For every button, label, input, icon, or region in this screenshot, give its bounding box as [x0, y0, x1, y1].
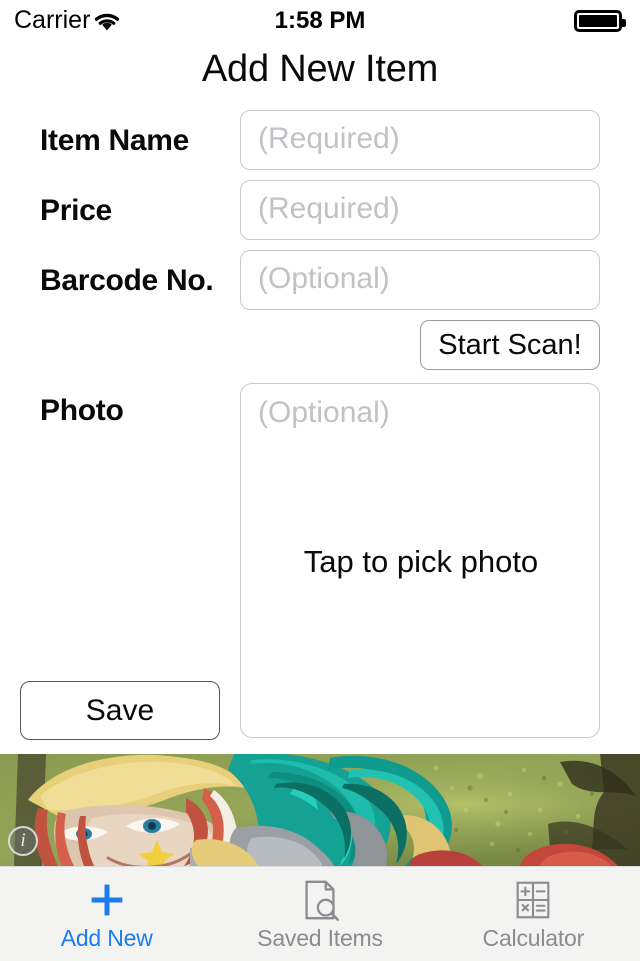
app-screen: Carrier 1:58 PM Add New Item Item Name (…	[0, 0, 640, 961]
barcode-placeholder: (Optional)	[258, 262, 390, 295]
item-name-label: Item Name	[40, 124, 190, 157]
tab-add-new-label: Add New	[60, 925, 153, 951]
calculator-icon	[427, 876, 640, 924]
tab-calculator[interactable]: Calculator	[427, 867, 640, 961]
status-bar: Carrier 1:58 PM	[0, 0, 640, 40]
document-search-icon	[213, 876, 426, 924]
barcode-input[interactable]: (Optional)	[240, 250, 600, 310]
tab-bar: Add New Saved Items Calculator	[0, 866, 640, 961]
price-placeholder: (Required)	[258, 192, 400, 225]
photo-label: Photo	[40, 394, 124, 427]
save-button[interactable]: Save	[20, 681, 220, 740]
price-label: Price	[40, 194, 112, 227]
info-circle-icon[interactable]: i	[8, 826, 38, 856]
price-input[interactable]: (Required)	[240, 180, 600, 240]
ad-banner[interactable]: i	[0, 754, 640, 866]
photo-action-text: Tap to pick photo	[303, 544, 539, 579]
battery-icon	[574, 10, 626, 32]
photo-placeholder: (Optional)	[258, 396, 390, 429]
ad-artwork	[0, 754, 640, 866]
tab-add-new[interactable]: Add New	[0, 867, 213, 961]
start-scan-button[interactable]: Start Scan!	[420, 320, 600, 370]
item-name-placeholder: (Required)	[258, 122, 400, 155]
status-bar-time: 1:58 PM	[274, 7, 366, 34]
tab-calculator-label: Calculator	[482, 925, 585, 951]
item-name-input[interactable]: (Required)	[240, 110, 600, 170]
plus-icon	[0, 876, 213, 924]
tab-saved-items-label: Saved Items	[257, 925, 383, 951]
photo-picker[interactable]: (Optional) Tap to pick photo	[240, 383, 600, 738]
tab-saved-items[interactable]: Saved Items	[213, 867, 426, 961]
page-title: Add New Item	[201, 48, 439, 90]
barcode-label: Barcode No.	[40, 264, 214, 297]
